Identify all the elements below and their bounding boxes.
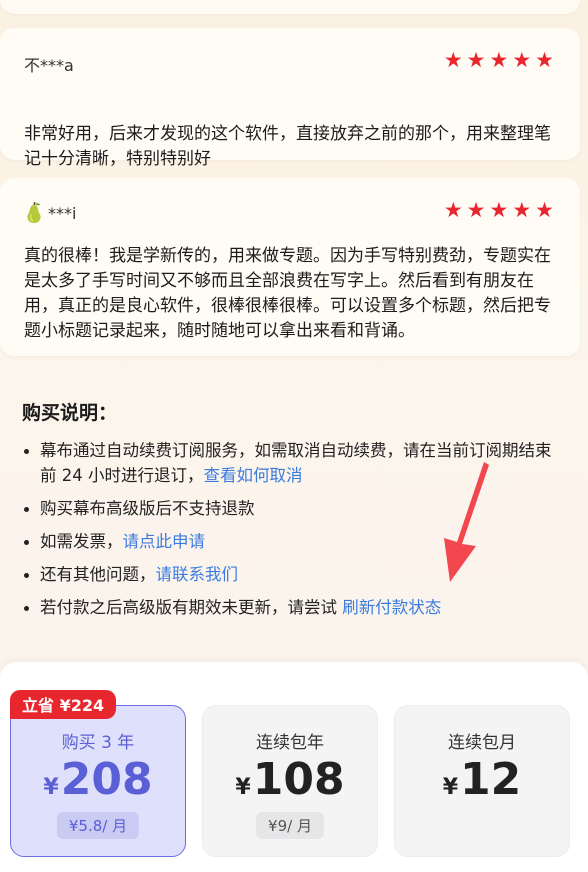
price-value: 108 <box>252 754 345 805</box>
review-username: 不***a <box>24 56 74 75</box>
star-rating: ★★★★★ <box>443 48 558 72</box>
currency-symbol: ¥ <box>235 775 251 800</box>
previous-review-card <box>0 0 580 14</box>
note-text: 购买幕布高级版后不支持退款 <box>40 499 255 518</box>
pear-icon <box>27 202 41 223</box>
refresh-payment-status-link[interactable]: 刷新付款状态 <box>342 598 441 617</box>
plan-price: ¥108 <box>203 754 377 805</box>
purchase-note-item: 若付款之后高级版有期效未更新，请尝试 刷新付款状态 <box>22 595 562 620</box>
plan-price: ¥208 <box>11 754 185 805</box>
review-card: 不***a ★★★★★ 非常好用，后来才发现的这个软件，直接放弃之前的那个，用来… <box>0 28 580 169</box>
how-to-cancel-link[interactable]: 查看如何取消 <box>204 466 303 485</box>
purchase-notes-title: 购买说明： <box>22 402 118 424</box>
currency-symbol: ¥ <box>43 775 59 800</box>
plan-name: 购买 3 年 <box>61 733 135 753</box>
review-user: ***i <box>24 202 76 224</box>
star-rating: ★★★★★ <box>443 198 558 222</box>
review-username: ***i <box>48 203 77 223</box>
note-text: 若付款之后高级版有期效未更新，请尝试 <box>40 598 343 617</box>
plan-name: 连续包月 <box>448 733 516 753</box>
review-card: ***i ★★★★★ 真的很棒！我是学新传的，用来做专题。因为手写特别费劲，专题… <box>0 178 580 356</box>
note-text: 还有其他问题， <box>40 565 156 584</box>
savings-badge: 立省 ¥224 <box>10 690 117 719</box>
price-value: 12 <box>460 754 522 805</box>
invoice-request-link[interactable]: 请点此申请 <box>123 532 206 551</box>
per-month-price: ¥9/ 月 <box>256 812 324 839</box>
review-text: 真的很棒！我是学新传的，用来做专题。因为手写特别费劲，专题实在是太多了手写时间又… <box>24 246 551 341</box>
price-value: 208 <box>60 754 153 805</box>
plan-option-3-years[interactable]: 购买 3 年 ¥208 ¥5.8/ 月 <box>10 705 186 857</box>
plan-name: 连续包年 <box>256 733 324 753</box>
note-text: 如需发票， <box>40 532 123 551</box>
review-text: 非常好用，后来才发现的这个软件，直接放弃之前的那个，用来整理笔记十分清晰，特别特… <box>24 124 551 169</box>
currency-symbol: ¥ <box>442 775 459 800</box>
plan-option-yearly[interactable]: 连续包年 ¥108 ¥9/ 月 <box>202 705 378 857</box>
plan-option-monthly[interactable]: 连续包月 ¥12 <box>394 705 570 857</box>
annotation-arrow-icon <box>444 462 489 582</box>
per-month-price: ¥5.8/ 月 <box>56 812 140 839</box>
contact-us-link[interactable]: 请联系我们 <box>156 565 239 584</box>
plan-price: ¥12 <box>395 754 569 805</box>
